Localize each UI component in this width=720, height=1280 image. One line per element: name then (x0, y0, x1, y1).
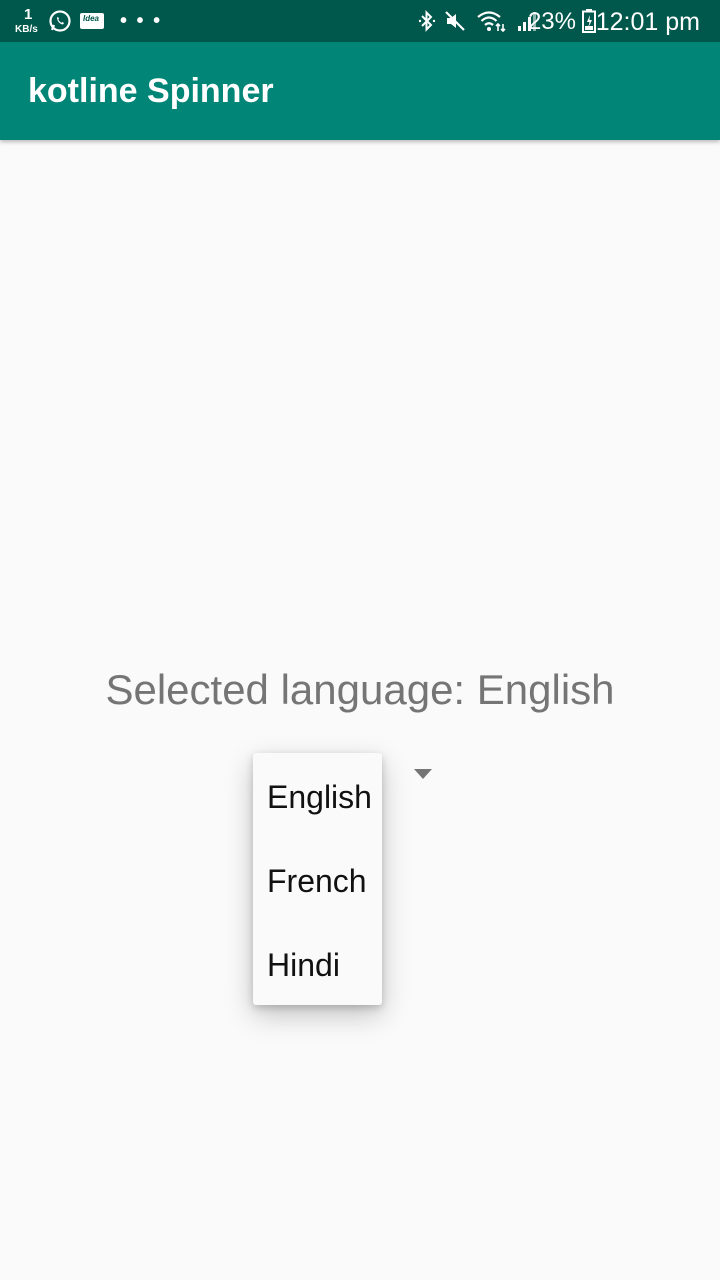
dropdown-option-english[interactable]: English (267, 779, 372, 816)
idea-icon: Idea (80, 13, 104, 29)
status-time: 12:01 pm (595, 8, 700, 36)
dropdown-option-hindi[interactable]: Hindi (267, 947, 340, 984)
status-bar-right: 23% 12:01 pm (300, 0, 700, 42)
dropdown-option-french[interactable]: French (267, 863, 367, 900)
more-dots-icon: • • • (120, 10, 163, 32)
wifi-icon (477, 11, 506, 33)
app-title: kotline Spinner (28, 72, 274, 110)
bluetooth-icon (418, 10, 436, 32)
network-speed-unit: KB/s (15, 24, 38, 35)
language-dropdown: English French Hindi (253, 753, 382, 1005)
battery-icon (582, 9, 596, 33)
idea-label: Idea (83, 14, 100, 23)
status-bar: 1 KB/s Idea • • • 23% 12:01 pm (0, 0, 720, 42)
app-bar: kotline Spinner (0, 42, 720, 140)
selected-language-label: Selected language: English (105, 666, 615, 713)
spinner-dropdown-arrow-icon[interactable] (414, 769, 432, 779)
mute-icon (445, 11, 465, 31)
whatsapp-icon (49, 10, 71, 32)
network-speed-icon: 1 KB/s (14, 0, 42, 42)
network-speed-value: 1 (24, 6, 33, 23)
battery-percent: 23% (527, 8, 576, 35)
